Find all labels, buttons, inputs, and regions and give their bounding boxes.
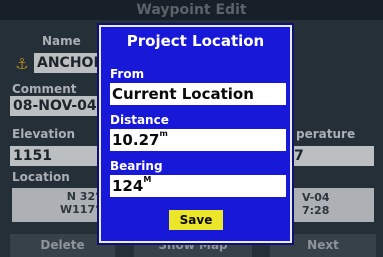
bearing-unit: M (143, 175, 152, 184)
save-button[interactable]: Save (169, 210, 223, 230)
distance-value: 10.27 (112, 131, 160, 149)
gps-screen: Waypoint Edit Name ⚓ ANCHOR Comment 08-N… (0, 0, 383, 257)
bearing-field[interactable]: 124M (110, 175, 286, 197)
distance-field[interactable]: 10.27m (110, 129, 286, 151)
distance-unit: m (159, 129, 168, 138)
bearing-value: 124 (112, 177, 144, 195)
from-value: Current Location (112, 85, 254, 103)
from-label: From (110, 67, 145, 81)
project-location-dialog: Project Location From Current Location D… (99, 25, 292, 243)
distance-label: Distance (110, 113, 169, 127)
from-field[interactable]: Current Location (110, 83, 286, 105)
dialog-title: Project Location (126, 32, 265, 50)
bearing-label: Bearing (110, 159, 163, 173)
